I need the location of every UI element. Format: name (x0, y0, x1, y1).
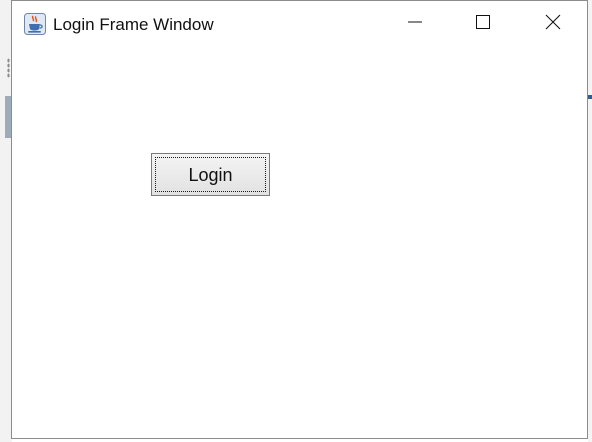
login-frame-window: Login Frame Window Login (11, 0, 588, 439)
background-app-right-edge (588, 0, 592, 442)
desktop: Login Frame Window Login (0, 0, 592, 442)
title-bar[interactable]: Login Frame Window (12, 1, 587, 49)
background-app-accent (588, 95, 592, 99)
content-pane: Login (12, 49, 587, 438)
java-cup-icon (24, 13, 46, 35)
maximize-button[interactable] (460, 1, 506, 47)
login-button[interactable]: Login (151, 153, 270, 196)
minimize-button[interactable] (392, 1, 438, 47)
close-button[interactable] (530, 1, 576, 47)
maximize-icon (475, 14, 491, 34)
login-button-label: Login (188, 164, 233, 185)
close-icon (544, 13, 562, 35)
background-app-grip (7, 58, 10, 78)
minimize-icon (407, 14, 423, 34)
window-title: Login Frame Window (53, 15, 214, 34)
